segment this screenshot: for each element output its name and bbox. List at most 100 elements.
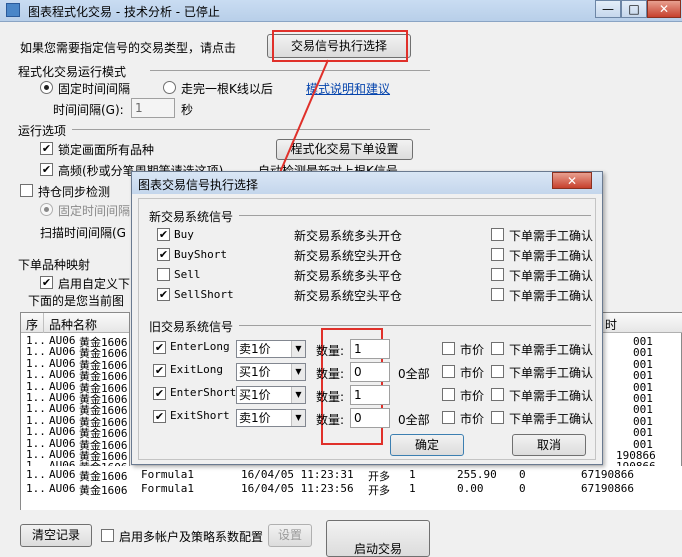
market-price-label: 市价 xyxy=(460,343,485,357)
signal-name: Buy xyxy=(174,228,194,241)
table-row-tail[interactable]: 001 xyxy=(633,392,653,405)
table-row-tail[interactable]: 001 xyxy=(633,358,653,371)
quantity-input[interactable]: 0 xyxy=(350,362,390,382)
table-row[interactable]: 1.. AU06 黄金1606 Formula1 16/04/05 11:23:31 开多… xyxy=(21,468,681,483)
signal-checkbox-buyshort[interactable]: ✔ xyxy=(157,248,170,261)
manual-confirm-checkbox[interactable] xyxy=(491,342,504,355)
row-act: 开多 xyxy=(368,484,390,497)
manual-confirm-checkbox[interactable] xyxy=(491,268,504,281)
market-price-checkbox[interactable] xyxy=(442,388,455,401)
row-code: AU06 xyxy=(49,482,76,495)
old-signal-name: EnterShort xyxy=(170,386,237,399)
quantity-label: 数量: xyxy=(316,390,345,404)
table-row[interactable]: 1..AU06黄金1606 xyxy=(21,425,129,440)
col-header-seq: 序 xyxy=(26,318,39,332)
signal-checkbox-buy[interactable]: ✔ xyxy=(157,228,170,241)
signal-checkbox-sell[interactable] xyxy=(157,268,170,281)
quantity-input[interactable]: 1 xyxy=(350,385,390,405)
table-row-tail[interactable]: 001 xyxy=(633,415,653,428)
table-row[interactable]: 1..AU06黄金1606 xyxy=(21,345,129,360)
manual-confirm-checkbox[interactable] xyxy=(491,388,504,401)
table-row-tail[interactable]: 001 xyxy=(633,335,653,348)
after-k-radio[interactable] xyxy=(163,81,176,94)
sync-fixed-radio[interactable] xyxy=(40,203,53,216)
manual-confirm-checkbox[interactable] xyxy=(491,288,504,301)
old-signal-checkbox-exitshort[interactable]: ✔ xyxy=(153,410,166,423)
price-type-select[interactable]: 买1价 ▼ xyxy=(236,386,306,404)
price-type-value: 买1价 xyxy=(239,365,271,379)
minimize-button[interactable]: — xyxy=(595,0,621,18)
fixed-interval-label: 固定时间间隔 xyxy=(58,82,131,96)
maximize-button[interactable]: □ xyxy=(621,0,647,18)
market-price-checkbox[interactable] xyxy=(442,411,455,424)
row-acct: 67190866 xyxy=(581,482,634,495)
old-signal-name: ExitLong xyxy=(170,363,223,376)
position-sync-checkbox[interactable] xyxy=(20,184,33,197)
chevron-down-icon: ▼ xyxy=(291,364,305,380)
close-button[interactable]: ✕ xyxy=(647,0,681,18)
signal-checkbox-sellshort[interactable]: ✔ xyxy=(157,288,170,301)
manual-confirm-label: 下单需手工确认 xyxy=(509,269,594,283)
interval-label: 时间间隔(G): xyxy=(53,103,124,117)
table-row[interactable]: 1..AU06黄金1606 xyxy=(21,334,129,349)
manual-confirm-label: 下单需手工确认 xyxy=(509,289,594,303)
lock-products-label: 锁定画面所有品种 xyxy=(58,143,155,157)
table-row[interactable]: 1..AU06黄金1606 xyxy=(21,448,129,463)
quantity-input[interactable]: 0 xyxy=(350,408,390,428)
price-type-select[interactable]: 卖1价 ▼ xyxy=(236,409,306,427)
cancel-button[interactable]: 取消 xyxy=(512,434,586,456)
table-row[interactable]: 1..AU06黄金1606 xyxy=(21,391,129,406)
quantity-input[interactable]: 1 xyxy=(350,339,390,359)
table-row-tail[interactable]: 001 xyxy=(633,426,653,439)
old-signal-checkbox-exitlong[interactable]: ✔ xyxy=(153,364,166,377)
signal-desc: 新交易系统多头平仓 xyxy=(294,269,403,283)
table-row-tail[interactable]: 001 xyxy=(633,381,653,394)
table-row-tail[interactable]: 001 xyxy=(633,369,653,382)
manual-confirm-checkbox[interactable] xyxy=(491,248,504,261)
table-row[interactable]: 1.. AU06 黄金1606 Formula1 16/04/05 11:23:56 开多… xyxy=(21,482,681,497)
dialog-close-button[interactable]: ✕ xyxy=(552,172,592,189)
market-price-label: 市价 xyxy=(460,366,485,380)
manual-confirm-checkbox[interactable] xyxy=(491,228,504,241)
table-row-tail[interactable]: 001 xyxy=(633,438,653,451)
market-price-checkbox[interactable] xyxy=(442,342,455,355)
table-row-tail[interactable]: 001 xyxy=(633,403,653,416)
table-row[interactable]: 1..AU06黄金1606 xyxy=(21,380,129,395)
settings-button[interactable]: 设置 xyxy=(268,524,312,547)
high-freq-checkbox[interactable]: ✔ xyxy=(40,163,53,176)
table-row[interactable]: 1..AU06黄金1606 xyxy=(21,437,129,452)
ok-button[interactable]: 确定 xyxy=(390,434,464,456)
table-row[interactable]: 1..AU06黄金1606 xyxy=(21,357,129,372)
row-time: 16/04/05 11:23:56 xyxy=(241,482,354,495)
table-row[interactable]: 1..AU06黄金1606 xyxy=(21,402,129,417)
row-time: 16/04/05 11:23:31 xyxy=(241,468,354,481)
market-price-checkbox[interactable] xyxy=(442,365,455,378)
clear-records-button[interactable]: 清空记录 xyxy=(20,524,92,547)
interval-input[interactable]: 1 xyxy=(131,98,175,118)
signal-name: Sell xyxy=(174,268,201,281)
row-qty: 1 xyxy=(409,468,416,481)
start-trading-button[interactable]: 启动交易 xyxy=(326,520,430,557)
multi-account-checkbox[interactable] xyxy=(101,529,114,542)
old-signal-name: EnterLong xyxy=(170,340,230,353)
table-row[interactable]: 1..AU06黄金1606 xyxy=(21,368,129,383)
dialog-titlebar: 图表交易信号执行选择 ✕ xyxy=(132,172,602,194)
table-row[interactable]: 1..AU06黄金1606 xyxy=(21,414,129,429)
old-signal-checkbox-entershort[interactable]: ✔ xyxy=(153,387,166,400)
manual-confirm-checkbox[interactable] xyxy=(491,411,504,424)
price-type-select[interactable]: 买1价 ▼ xyxy=(236,363,306,381)
manual-confirm-label: 下单需手工确认 xyxy=(509,249,594,263)
table-bottom-rows[interactable]: 1.. AU06 黄金1606 Formula1 16/04/05 11:23:31 开多… xyxy=(20,466,682,510)
run-options-title: 运行选项 xyxy=(18,124,67,138)
old-signal-checkbox-enterlong[interactable]: ✔ xyxy=(153,341,166,354)
table-row-tail[interactable]: 190866 xyxy=(616,449,656,462)
lock-products-checkbox[interactable]: ✔ xyxy=(40,142,53,155)
manual-confirm-checkbox[interactable] xyxy=(491,365,504,378)
price-type-select[interactable]: 卖1价 ▼ xyxy=(236,340,306,358)
window-title: 图表程式化交易 - 技术分析 - 已停止 xyxy=(28,5,220,19)
table-row-tail[interactable]: 001 xyxy=(633,346,653,359)
custom-mapping-checkbox[interactable]: ✔ xyxy=(40,276,53,289)
signal-type-prompt: 如果您需要指定信号的交易类型，请点击 xyxy=(20,41,237,55)
position-sync-label: 持仓同步检测 xyxy=(38,185,111,199)
fixed-interval-radio[interactable] xyxy=(40,81,53,94)
